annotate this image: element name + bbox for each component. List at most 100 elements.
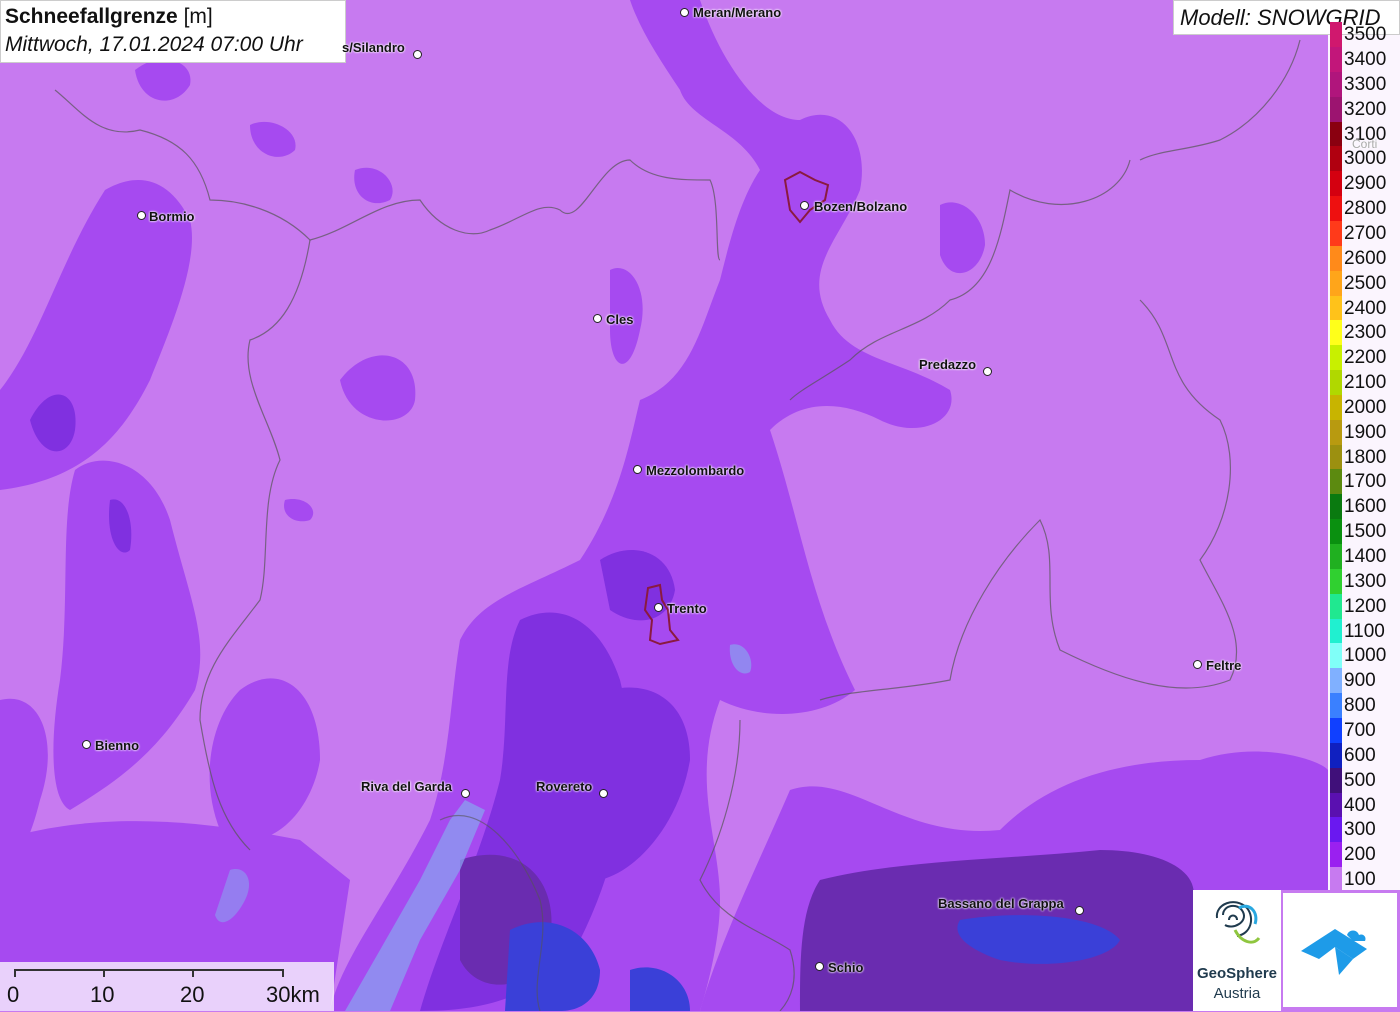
city-label-merano[interactable]: Meran/Merano xyxy=(693,5,781,20)
city-dot xyxy=(461,789,470,798)
city-dot xyxy=(680,8,689,17)
city-label-bienno[interactable]: Bienno xyxy=(95,738,139,753)
legend-label: 2200 xyxy=(1344,347,1387,369)
legend-swatch xyxy=(1330,245,1342,271)
legend-label: 3400 xyxy=(1344,49,1387,70)
city-dot xyxy=(593,314,602,323)
scale-tick xyxy=(14,969,16,977)
city-label-cles[interactable]: Cles xyxy=(606,312,633,327)
legend-row: 2000 xyxy=(1328,394,1400,420)
city-label-trento[interactable]: Trento xyxy=(667,601,707,616)
scale-label: 20 xyxy=(180,982,205,1007)
legend-swatch xyxy=(1330,394,1342,420)
legend-row: 2100 xyxy=(1328,370,1400,396)
legend-swatch xyxy=(1330,469,1342,495)
legend-label: 900 xyxy=(1344,670,1376,692)
city-label-riva[interactable]: Riva del Garda xyxy=(361,779,452,794)
legend-swatch xyxy=(1330,71,1342,97)
legend-swatch xyxy=(1330,419,1342,445)
legend-label: 2500 xyxy=(1344,272,1387,294)
snow-app-logo[interactable] xyxy=(1283,893,1397,1007)
legend-label: 3500 xyxy=(1344,24,1387,45)
legend-label: 1300 xyxy=(1344,570,1387,592)
legend-swatch xyxy=(1330,171,1342,197)
city-dot xyxy=(599,789,608,798)
legend-row: 100 xyxy=(1328,867,1400,893)
city-label-bormio[interactable]: Bormio xyxy=(149,209,195,224)
legend-swatch xyxy=(1330,767,1342,793)
scale-label: 10 xyxy=(90,982,115,1007)
logo-text-austria: Austria xyxy=(1213,985,1261,1002)
legend-label: 2000 xyxy=(1344,396,1387,418)
snowfall-limit-map[interactable] xyxy=(0,0,1400,1011)
legend-label: 800 xyxy=(1344,695,1376,717)
legend-swatch xyxy=(1330,47,1342,72)
legend-swatch xyxy=(1330,867,1342,893)
legend-swatch xyxy=(1330,220,1342,246)
city-label-rovereto[interactable]: Rovereto xyxy=(536,779,592,794)
legend-swatch xyxy=(1330,817,1342,843)
geosphere-logo[interactable]: GeoSphere Austria xyxy=(1193,890,1281,1011)
legend-label: 100 xyxy=(1344,869,1376,891)
legend-label: 1700 xyxy=(1344,471,1387,493)
map-title: Schneefallgrenze [m] xyxy=(5,3,341,31)
legend-row: 1100 xyxy=(1328,618,1400,644)
legend-swatch xyxy=(1330,295,1342,321)
city-label-schio[interactable]: Schio xyxy=(828,960,863,975)
legend-label: 1900 xyxy=(1344,421,1387,443)
legend-swatch xyxy=(1330,196,1342,222)
legend-label: 3300 xyxy=(1344,73,1387,95)
legend-swatch xyxy=(1330,693,1342,719)
legend-row: 2200 xyxy=(1328,345,1400,371)
city-dot xyxy=(1193,660,1202,669)
city-label-predazzo[interactable]: Predazzo xyxy=(919,357,976,372)
parameter-unit: [m] xyxy=(183,5,213,28)
legend-swatch xyxy=(1330,22,1342,47)
city-label-mezzolombardo[interactable]: Mezzolombardo xyxy=(646,463,744,478)
legend-row: 1300 xyxy=(1328,568,1400,594)
legend-swatch xyxy=(1330,742,1342,768)
legend-swatch xyxy=(1330,444,1342,470)
city-label-bassano[interactable]: Bassano del Grappa xyxy=(938,896,1064,911)
legend-swatch xyxy=(1330,146,1342,172)
city-label-feltre[interactable]: Feltre xyxy=(1206,658,1241,673)
city-label-bolzano[interactable]: Bozen/Bolzano xyxy=(814,199,907,214)
legend-swatch xyxy=(1330,270,1342,296)
legend-row: 1200 xyxy=(1328,593,1400,619)
legend-label: 1500 xyxy=(1344,521,1387,543)
legend-row: 1600 xyxy=(1328,494,1400,520)
city-dot xyxy=(800,201,809,210)
legend-label: 2800 xyxy=(1344,198,1387,220)
legend-row: 300 xyxy=(1328,817,1400,843)
legend-label: 2600 xyxy=(1344,247,1387,269)
legend-label: 700 xyxy=(1344,719,1376,741)
legend-label: 1800 xyxy=(1344,446,1387,468)
legend-row: 2300 xyxy=(1328,320,1400,346)
city-label-cortina[interactable]: Corti xyxy=(1352,137,1392,151)
geosphere-emblem-icon xyxy=(1215,901,1261,944)
legend-label: 2300 xyxy=(1344,322,1387,344)
logo-text-geosphere: GeoSphere xyxy=(1196,965,1278,982)
legend-label: 1100 xyxy=(1344,620,1385,642)
legend-row: 3400 xyxy=(1328,47,1400,72)
legend-swatch xyxy=(1330,121,1342,147)
legend-swatch xyxy=(1330,494,1342,520)
legend-swatch xyxy=(1330,643,1342,669)
scale-bar: 0 10 20 30km xyxy=(0,962,334,1011)
legend-row: 1000 xyxy=(1328,643,1400,669)
legend-row: 1400 xyxy=(1328,544,1400,569)
city-label-silandro[interactable]: s/Silandro xyxy=(342,40,405,55)
city-dot xyxy=(654,603,663,612)
legend-row: 2600 xyxy=(1328,245,1400,271)
legend-label: 2700 xyxy=(1344,222,1387,244)
scale-line xyxy=(14,969,284,971)
legend-swatch xyxy=(1330,668,1342,694)
parameter-name: Schneefallgrenze xyxy=(5,5,178,28)
legend-label: 2900 xyxy=(1344,173,1387,195)
scale-tick xyxy=(282,969,284,977)
legend-label: 1600 xyxy=(1344,496,1387,518)
scale-label: 0 xyxy=(7,982,20,1007)
city-dot xyxy=(633,465,642,474)
legend-label: 2400 xyxy=(1344,297,1387,319)
city-dot xyxy=(1075,906,1084,915)
